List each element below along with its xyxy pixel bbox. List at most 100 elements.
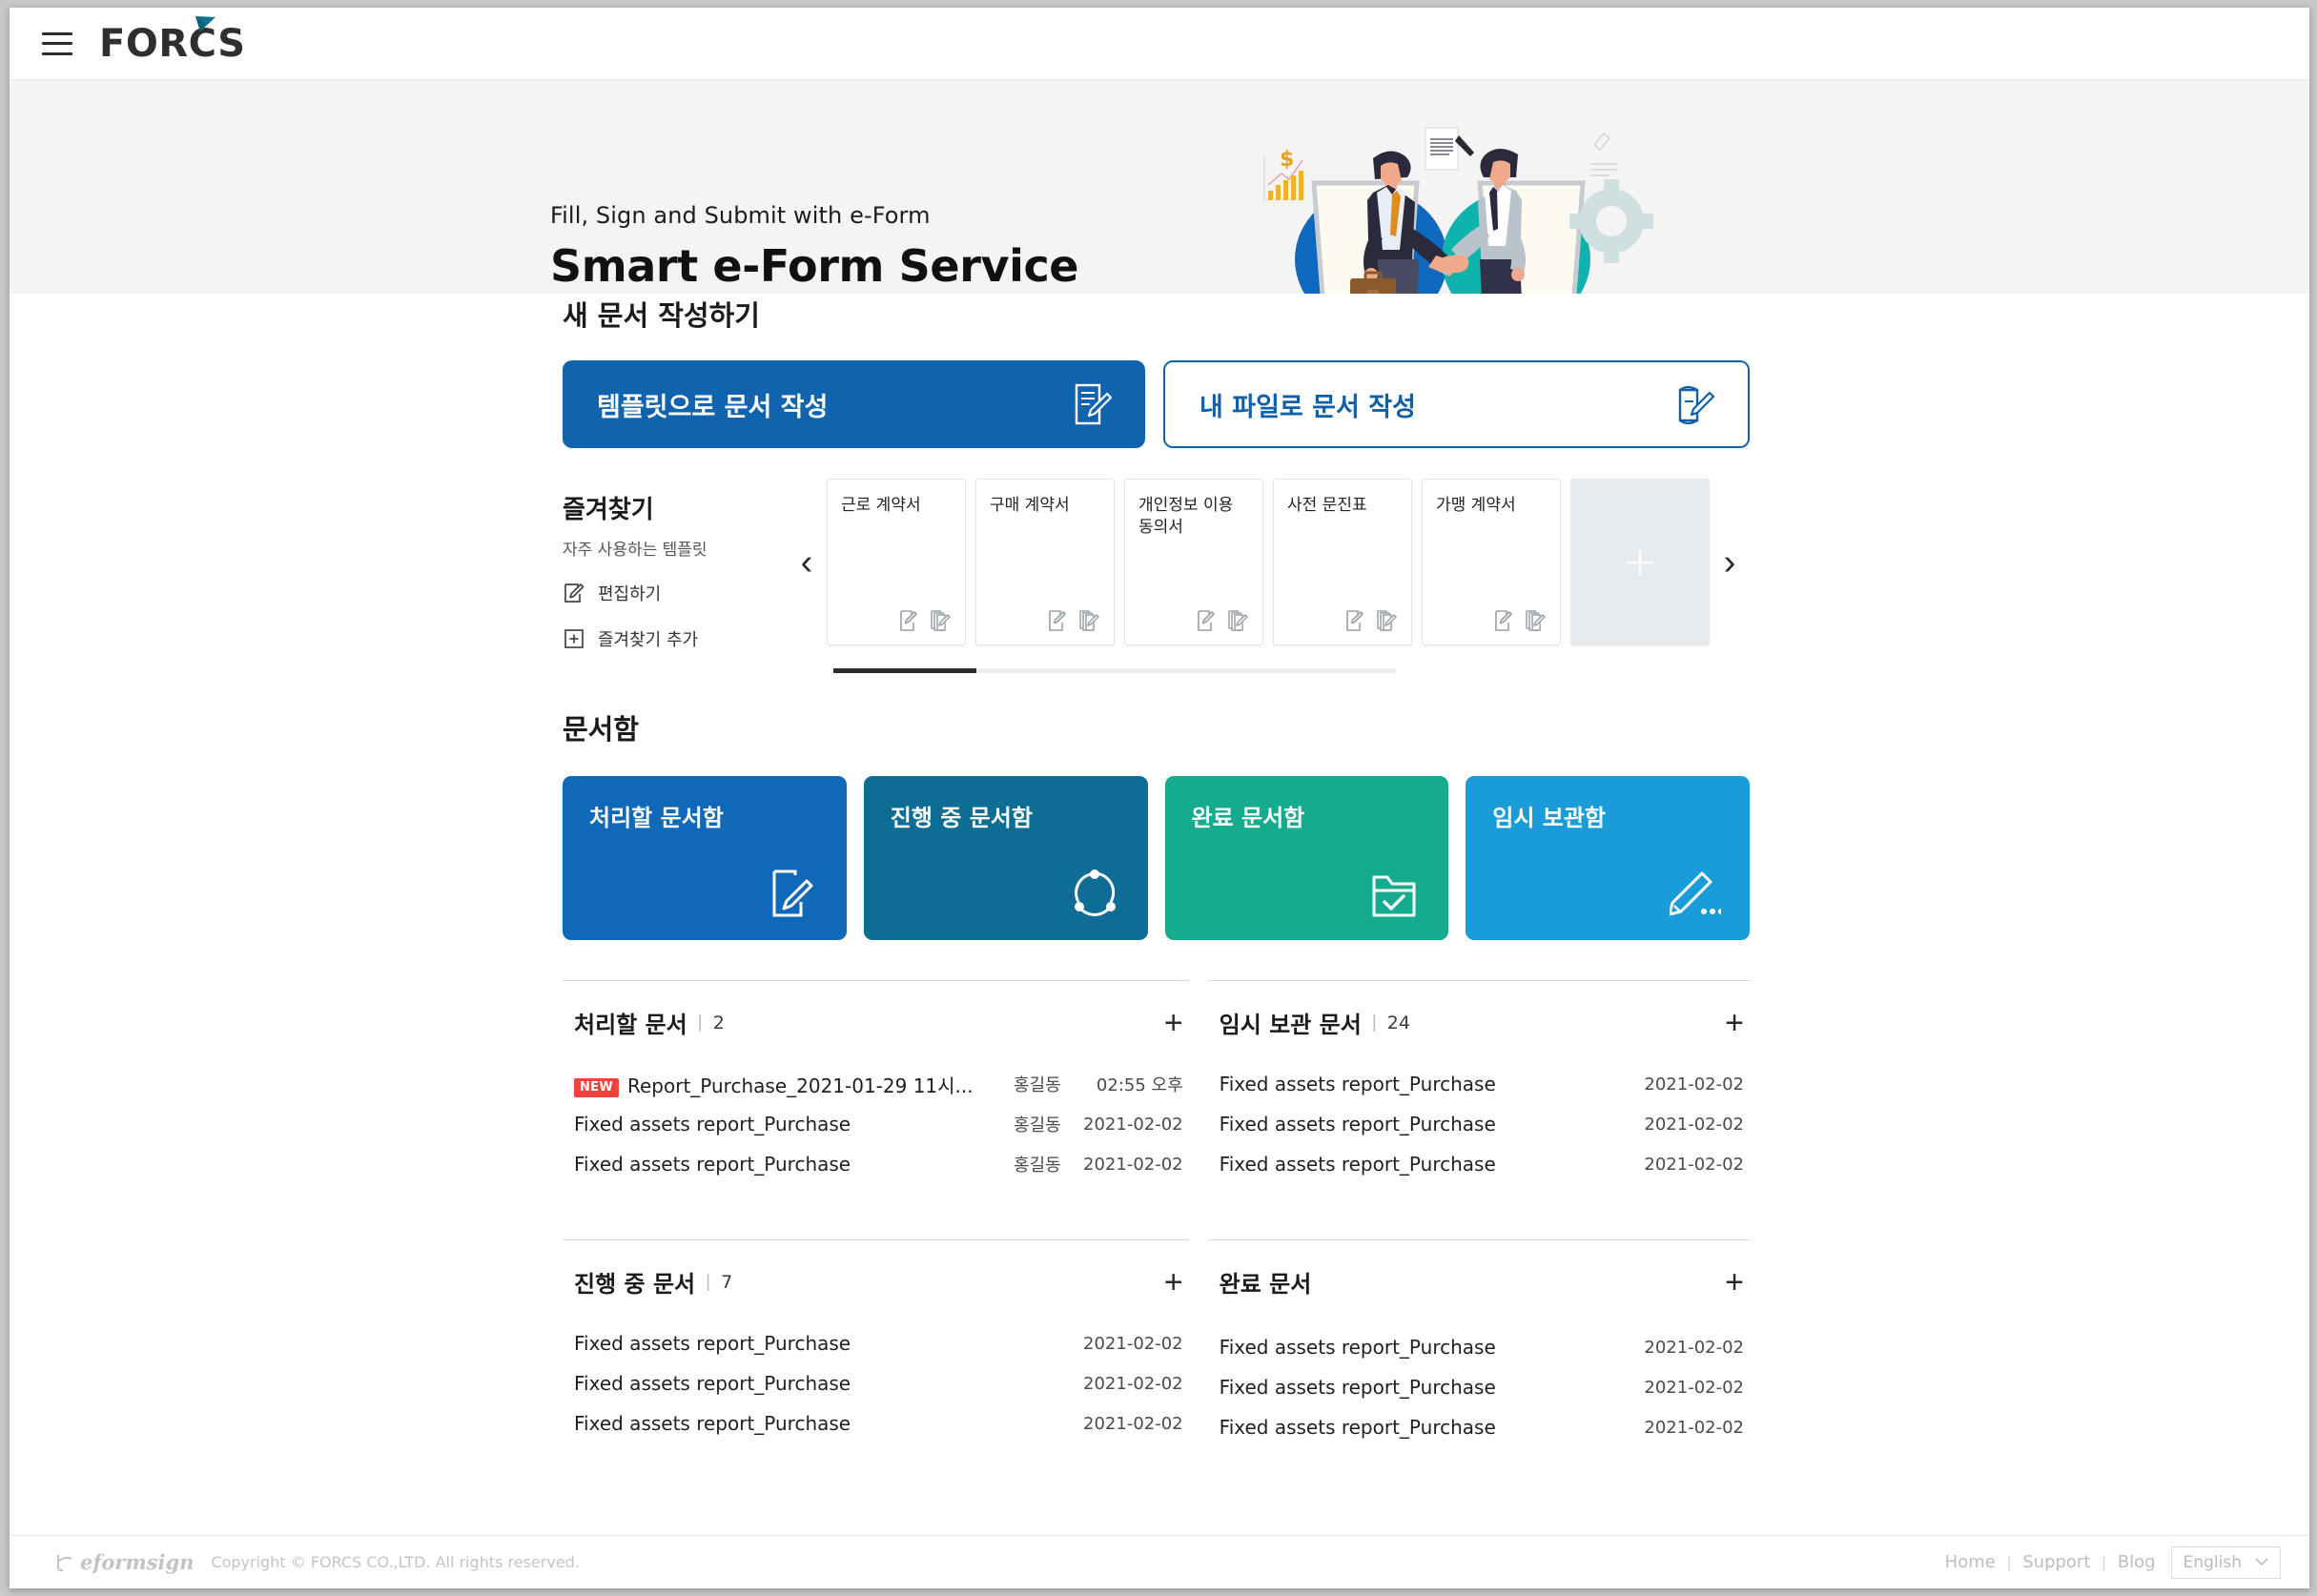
list-item[interactable]: Fixed assets report_Purchase 2021-02-02 (1208, 1327, 1750, 1367)
list-item[interactable]: Fixed assets report_Purchase 2021-02-02 (1208, 1104, 1750, 1144)
list-item-date: 2021-02-02 (1083, 1114, 1183, 1135)
template-card[interactable]: 구매 계약서 (975, 479, 1115, 645)
panel-title: 처리할 문서 (574, 1012, 687, 1038)
create-from-file-button[interactable]: 내 파일로 문서 작성 (1163, 360, 1750, 448)
box-to-process[interactable]: 처리할 문서함 (563, 776, 847, 940)
panel-rows: Fixed assets report_Purchase 2021-02-02 … (1208, 1064, 1750, 1184)
list-item-date: 2021-02-02 (1083, 1154, 1183, 1175)
list-item-date: 2021-02-02 (1644, 1114, 1744, 1135)
panel-separator: | (697, 1012, 703, 1033)
list-item[interactable]: Fixed assets report_Purchase 홍길동 2021-02… (563, 1144, 1189, 1184)
document-boxes-title: 문서함 (563, 713, 640, 746)
list-item[interactable]: NEW Report_Purchase_2021-01-29 11시... 홍길동… (563, 1064, 1189, 1104)
panel-header: 완료 문서 + (1208, 1265, 1750, 1299)
carousel-scrollbar[interactable] (833, 668, 1396, 673)
list-item[interactable]: Fixed assets report_Purchase 2021-02-02 (563, 1403, 1189, 1443)
documents-copy-edit-icon[interactable] (930, 609, 953, 632)
template-card[interactable]: 사전 문진표 (1273, 479, 1412, 645)
footer-link-support[interactable]: Support (2022, 1552, 2090, 1572)
panel-add-button[interactable]: + (1164, 1007, 1183, 1039)
app-window: FORCS Fill, Sign and Submit with e-Form … (10, 8, 2309, 1588)
carousel-scrollbar-thumb[interactable] (833, 668, 976, 673)
language-selector[interactable]: English (2170, 1545, 2281, 1579)
favorites-subtitle: 자주 사용하는 템플릿 (563, 541, 707, 560)
documents-copy-edit-icon[interactable] (1227, 609, 1250, 632)
panel-add-button[interactable]: + (1164, 1266, 1183, 1299)
footer: eformsign Copyright © FORCS CO.,LTD. All… (10, 1535, 2309, 1588)
document-edit-icon[interactable] (1197, 609, 1218, 632)
create-from-template-button[interactable]: 템플릿으로 문서 작성 (563, 360, 1145, 448)
list-item[interactable]: Fixed assets report_Purchase 홍길동 2021-02… (563, 1104, 1189, 1144)
list-item-name: Fixed assets report_Purchase (574, 1153, 851, 1176)
eformsign-logo-text: eformsign (80, 1550, 195, 1574)
panel-count: 7 (721, 1271, 733, 1293)
document-edit-icon[interactable] (1345, 609, 1366, 632)
box-completed[interactable]: 완료 문서함 (1164, 776, 1449, 940)
documents-copy-edit-icon[interactable] (1525, 609, 1548, 632)
list-item-owner: 홍길동 (1013, 1075, 1061, 1095)
template-card-actions (899, 609, 953, 632)
box-drafts-label: 임시 보관함 (1492, 805, 1607, 831)
hero-subtitle: Fill, Sign and Submit with e-Form (550, 202, 931, 229)
hamburger-menu-icon[interactable] (42, 31, 72, 55)
list-item-name: Fixed assets report_Purchase (574, 1113, 851, 1136)
plus-icon (1627, 548, 1653, 576)
documents-copy-edit-icon[interactable] (1376, 609, 1399, 632)
list-item-date: 02:55 오후 (1096, 1075, 1183, 1095)
box-completed-label: 완료 문서함 (1191, 805, 1305, 831)
panel-count: 24 (1386, 1012, 1410, 1033)
chevron-right-icon[interactable]: › (1710, 544, 1750, 581)
favorites-add-label: 즐겨찾기 추가 (598, 630, 699, 650)
list-item-date: 2021-02-02 (1083, 1373, 1183, 1394)
list-item-date: 2021-02-02 (1644, 1377, 1744, 1398)
favorites-edit-action[interactable]: 편집하기 (563, 581, 787, 605)
template-card[interactable]: 가맹 계약서 (1422, 479, 1561, 645)
template-card[interactable]: 근로 계약서 (827, 479, 966, 645)
list-item-date: 2021-02-02 (1644, 1074, 1744, 1095)
list-item[interactable]: Fixed assets report_Purchase 2021-02-02 (563, 1363, 1189, 1403)
list-item[interactable]: Fixed assets report_Purchase 2021-02-02 (1208, 1144, 1750, 1184)
box-drafts[interactable]: 임시 보관함 (1466, 776, 1750, 940)
list-item-owner: 홍길동 (1013, 1115, 1061, 1136)
panel-rows: Fixed assets report_Purchase 2021-02-02 … (563, 1323, 1189, 1443)
list-item[interactable]: Fixed assets report_Purchase 2021-02-02 (1208, 1064, 1750, 1104)
document-edit-icon[interactable] (1494, 609, 1515, 632)
favorites-info: 즐겨찾기 자주 사용하는 템플릿 편집하기 즐겨찾기 추가 (563, 479, 787, 651)
panel-add-button[interactable]: + (1725, 1007, 1744, 1039)
panel-title: 진행 중 문서 (574, 1271, 696, 1298)
panel-add-button[interactable]: + (1725, 1266, 1744, 1299)
document-edit-icon[interactable] (899, 609, 920, 632)
add-template-card[interactable] (1570, 479, 1710, 645)
svg-text:$: $ (1280, 148, 1294, 172)
footer-link-blog[interactable]: Blog (2118, 1552, 2156, 1572)
template-card[interactable]: 개인정보 이용 동의서 (1124, 479, 1263, 645)
box-to-process-label: 처리할 문서함 (589, 805, 724, 831)
list-item-name: Fixed assets report_Purchase (574, 1372, 851, 1395)
list-item[interactable]: Fixed assets report_Purchase 2021-02-02 (1208, 1407, 1750, 1447)
document-boxes-row: 처리할 문서함 진행 중 문서함 완료 문서함 임시 보관함 (563, 776, 1750, 940)
list-item-name: NEW Report_Purchase_2021-01-29 11시... (574, 1071, 974, 1098)
list-item[interactable]: Fixed assets report_Purchase 2021-02-02 (563, 1323, 1189, 1363)
footer-link-home[interactable]: Home (1945, 1552, 1996, 1572)
list-item-name: Fixed assets report_Purchase (1219, 1376, 1496, 1399)
panel-header: 진행 중 문서 | 7 + (563, 1265, 1189, 1299)
documents-copy-edit-icon[interactable] (1078, 609, 1101, 632)
handshake-esign-illustration: $ (1263, 127, 1653, 294)
brand-name: FORCS (99, 21, 246, 66)
list-item-date: 2021-02-02 (1644, 1417, 1744, 1438)
list-item[interactable]: Fixed assets report_Purchase 2021-02-02 (1208, 1367, 1750, 1407)
footer-divider: | (2102, 1552, 2106, 1571)
brand-logo[interactable]: FORCS (99, 15, 246, 66)
list-item-date: 2021-02-02 (1644, 1154, 1744, 1175)
footer-copyright: Copyright © FORCS CO.,LTD. All rights re… (211, 1553, 580, 1571)
hero-banner: Fill, Sign and Submit with e-Form Smart … (10, 80, 2309, 294)
file-upload-edit-icon (1678, 385, 1715, 425)
list-item-name: Fixed assets report_Purchase (1219, 1416, 1496, 1439)
box-in-progress[interactable]: 진행 중 문서함 (863, 776, 1148, 940)
favorites-add-action[interactable]: 즐겨찾기 추가 (563, 626, 787, 651)
language-value: English (2183, 1552, 2242, 1572)
panel-completed: 완료 문서 + Fixed assets report_Purchase 202… (1207, 1239, 1750, 1447)
chevron-left-icon[interactable]: ‹ (787, 544, 827, 581)
list-item-name: Fixed assets report_Purchase (574, 1332, 851, 1355)
document-edit-icon[interactable] (1048, 609, 1069, 632)
